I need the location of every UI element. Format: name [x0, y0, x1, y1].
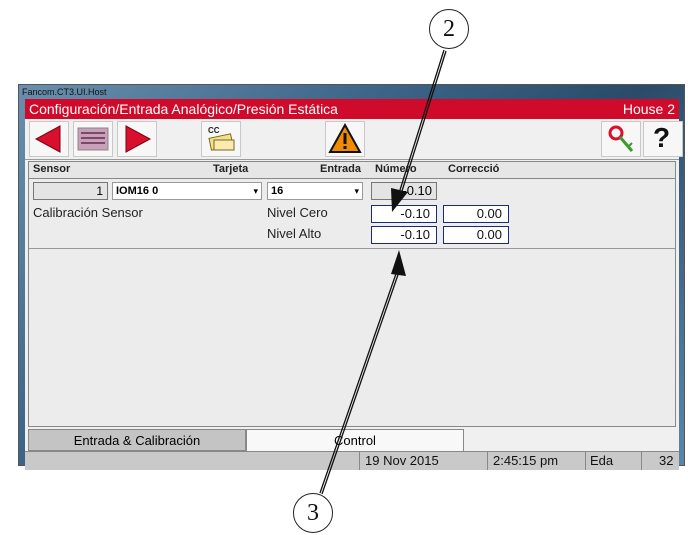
arrow-head-2-icon	[391, 188, 408, 212]
callout-line-2b	[401, 50, 447, 192]
callout-line-3b	[321, 268, 401, 495]
arrow-head-3-icon	[391, 250, 406, 276]
callout-2: 2	[429, 9, 469, 49]
callout-3: 3	[293, 493, 333, 533]
callout-line-2	[399, 49, 445, 191]
callout-overlay	[319, 49, 447, 495]
callout-line-3	[319, 267, 399, 494]
